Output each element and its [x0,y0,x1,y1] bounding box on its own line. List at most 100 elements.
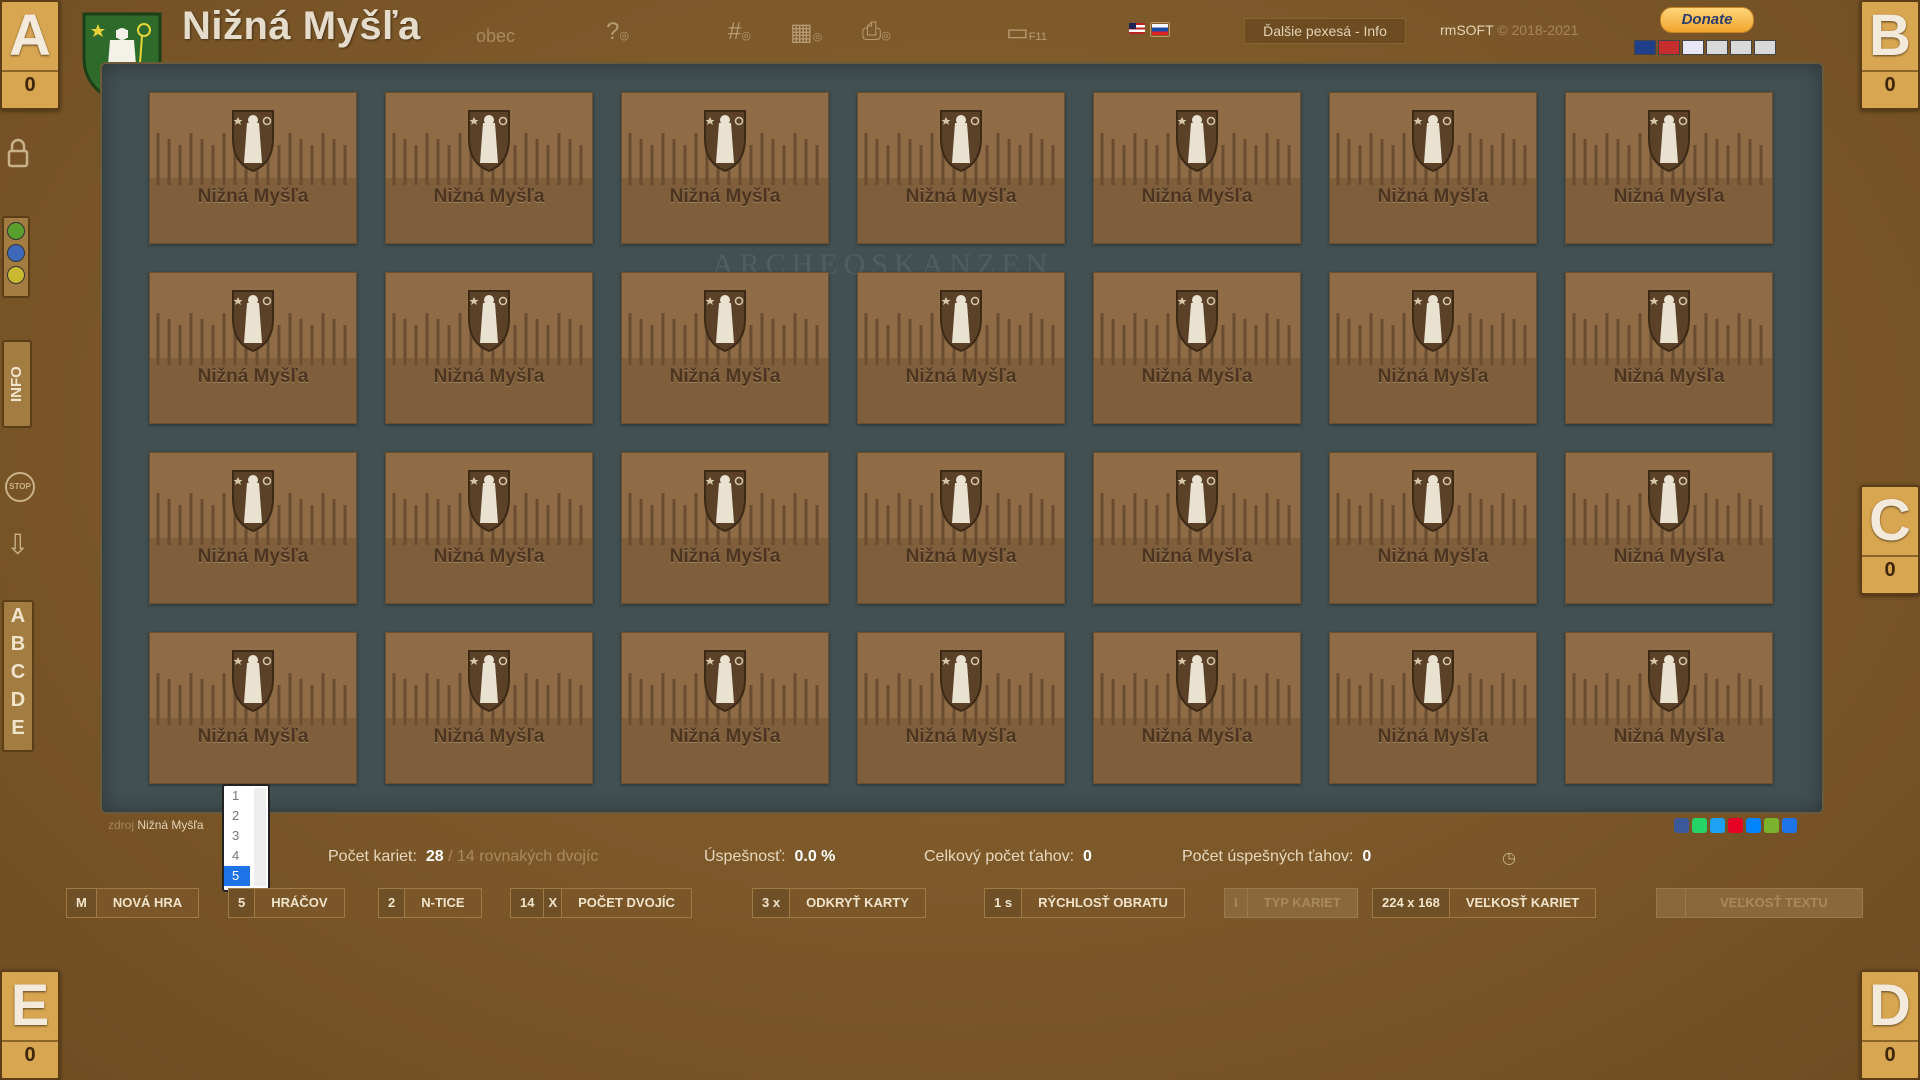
reveal-control[interactable]: 3 x ODKRYŤ KARTY [752,888,926,918]
copyright-brand: rmSOFT [1440,22,1494,38]
printer-icon[interactable]: ⎙◎ [862,18,891,46]
new-game-key: M [66,888,97,918]
pairs-value: 14 [510,888,545,918]
memory-card[interactable]: Nižná Myšľa [1329,272,1537,424]
player-c-box[interactable]: C 0 [1860,485,1920,595]
memory-card[interactable]: Nižná Myšľa [1329,632,1537,784]
share-icon[interactable] [1692,818,1707,833]
memory-card[interactable]: Nižná Myšľa [385,452,593,604]
card-back-image [1094,453,1300,603]
share-icon[interactable] [1710,818,1725,833]
card-back-image [386,633,592,783]
dropdown-scrollbar[interactable] [254,788,266,886]
memory-card[interactable]: Nižná Myšľa [385,92,593,244]
memory-card[interactable]: Nižná Myšľa [149,272,357,424]
memory-card[interactable]: Nižná Myšľa [149,632,357,784]
info-tab[interactable]: INFO [2,340,32,428]
sidebar-letter-e[interactable]: E [11,714,24,742]
speed-control[interactable]: 1 s RÝCHLOSŤ OBRATU [984,888,1185,918]
memory-card[interactable]: Nižná Myšľa [1093,92,1301,244]
player-letter: C [1869,488,1911,553]
text-size-value [1656,888,1686,918]
color-dot-yellow[interactable] [7,266,25,284]
share-icon[interactable] [1764,818,1779,833]
card-label: Nižná Myšľa [1377,726,1489,747]
card-type-control[interactable]: I TYP KARIET [1224,888,1358,918]
memory-card[interactable]: Nižná Myšľa [621,92,829,244]
share-icon[interactable] [1746,818,1761,833]
card-back-image [622,93,828,243]
lock-icon[interactable] [6,138,30,168]
timer-clock-icon: ◷ [1502,850,1516,867]
players-control[interactable]: 5 HRÁČOV [228,888,345,918]
success-label: Úspešnosť: [704,848,786,865]
memory-card[interactable]: Nižná Myšľa [621,272,829,424]
memory-card[interactable]: Nižná Myšľa [857,92,1065,244]
memory-card[interactable]: Nižná Myšľa [149,452,357,604]
memory-card[interactable]: Nižná Myšľa [1329,452,1537,604]
memory-card[interactable]: Nižná Myšľa [1093,452,1301,604]
memory-card[interactable]: Nižná Myšľa [857,632,1065,784]
card-type-value: I [1224,888,1248,918]
card-label: Nižná Myšľa [1613,186,1725,207]
ntice-control[interactable]: 2 N-TICE [378,888,482,918]
memory-card[interactable]: Nižná Myšľa [1565,452,1773,604]
fullscreen-monitor-icon[interactable]: ▭F11 [1006,18,1047,47]
player-score: 0 [1884,559,1896,581]
players-value: 5 [228,888,256,918]
card-label: Nižná Myšľa [905,366,1017,387]
player-a-box[interactable]: A 0 [0,0,60,110]
download-arrow-icon[interactable]: ⇩ [6,528,29,561]
memory-card[interactable]: Nižná Myšľa [385,632,593,784]
dropdown-option[interactable]: 2 [224,806,250,826]
dropdown-option[interactable]: 4 [224,846,250,866]
flag-en-icon[interactable] [1128,22,1146,35]
dropdown-option[interactable]: 5 [224,866,250,886]
sidebar-letter-c[interactable]: C [11,658,25,686]
card-back-image [150,453,356,603]
memory-card[interactable]: Nižná Myšľa [857,272,1065,424]
pairs-control[interactable]: 14 X POČET DVOJÍC [510,888,692,918]
player-e-box[interactable]: E 0 [0,970,60,1080]
memory-card[interactable]: Nižná Myšľa [621,632,829,784]
memory-card[interactable]: Nižná Myšľa [857,452,1065,604]
dropdown-option[interactable]: 1 [224,786,250,806]
stop-icon[interactable]: STOP [5,472,35,502]
text-size-control[interactable]: VEĽKOSŤ TEXTU [1656,888,1863,918]
memory-card[interactable]: Nižná Myšľa [385,272,593,424]
players-dropdown[interactable]: 12345 [222,784,270,892]
player-b-box[interactable]: B 0 [1860,0,1920,110]
sidebar-letter-a[interactable]: A [11,602,25,630]
players-label: HRÁČOV [255,888,345,918]
sidebar-letter-d[interactable]: D [11,686,25,714]
memory-card[interactable]: Nižná Myšľa [621,452,829,604]
memory-card[interactable]: Nižná Myšľa [1565,272,1773,424]
share-icon[interactable] [1674,818,1689,833]
memory-card[interactable]: Nižná Myšľa [1565,632,1773,784]
grid-icon[interactable]: ▦◎ [790,18,822,47]
player-d-box[interactable]: D 0 [1860,970,1920,1080]
card-icon [1754,40,1776,55]
hash-icon[interactable]: #◎ [728,18,751,46]
source-name[interactable]: Nižná Myšľa [137,818,203,832]
dropdown-option[interactable]: 3 [224,826,250,846]
memory-card[interactable]: Nižná Myšľa [1093,632,1301,784]
color-dot-green[interactable] [7,222,25,240]
memory-card[interactable]: Nižná Myšľa [1565,92,1773,244]
ntice-value: 2 [378,888,406,918]
flag-sk-selected[interactable] [1150,22,1170,37]
memory-card[interactable]: Nižná Myšľa [1329,92,1537,244]
memory-card[interactable]: Nižná Myšľa [149,92,357,244]
share-icon[interactable] [1782,818,1797,833]
player-score: 0 [1884,74,1896,96]
more-games-link[interactable]: Ďalšie pexesá - Info [1244,18,1406,44]
card-size-control[interactable]: 224 x 168 VEĽKOSŤ KARIET [1372,888,1597,918]
color-dot-blue[interactable] [7,244,25,262]
help-icon[interactable]: ?◎ [606,18,629,46]
new-game-button[interactable]: M NOVÁ HRA [66,888,200,918]
share-icon[interactable] [1728,818,1743,833]
donate-button[interactable]: Donate [1660,7,1754,33]
sidebar-letter-b[interactable]: B [11,630,25,658]
memory-card[interactable]: Nižná Myšľa [1093,272,1301,424]
player-score: 0 [1884,1044,1896,1066]
